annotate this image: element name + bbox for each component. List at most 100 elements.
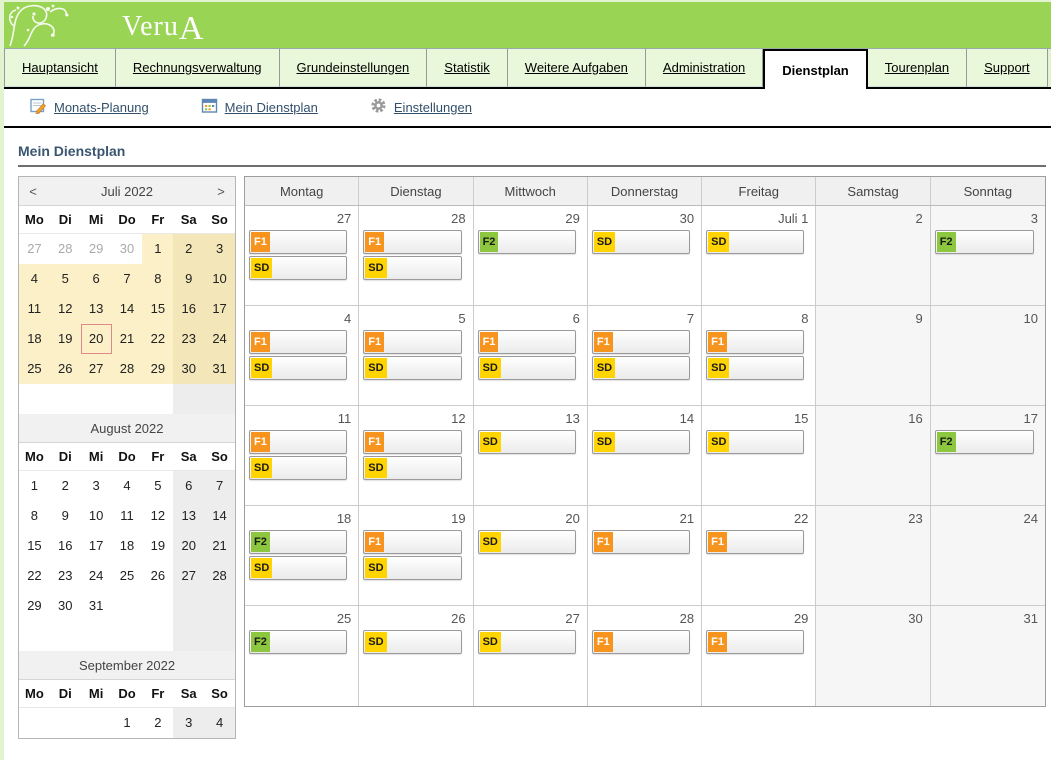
mini-day[interactable]: 25 [19, 354, 50, 384]
mini-day[interactable]: 28 [112, 354, 143, 384]
shift-entry[interactable]: F1 [706, 530, 804, 554]
mini-day[interactable]: 5 [142, 471, 173, 501]
mini-day[interactable]: 3 [173, 708, 204, 738]
tab-dienstplan[interactable]: Dienstplan [763, 49, 867, 89]
mini-day[interactable]: 17 [204, 294, 235, 324]
mini-day[interactable]: 14 [112, 294, 143, 324]
mini-day[interactable]: 26 [142, 561, 173, 591]
mini-day[interactable]: 16 [50, 531, 81, 561]
mini-day[interactable]: 24 [81, 561, 112, 591]
mini-day-today[interactable]: 20 [81, 324, 112, 354]
mini-day[interactable]: 27 [173, 561, 204, 591]
shift-entry[interactable]: F1 [363, 430, 461, 454]
shift-entry[interactable]: SD [249, 356, 347, 380]
mini-day[interactable]: 5 [50, 264, 81, 294]
tab-weitere-aufgaben[interactable]: Weitere Aufgaben [508, 49, 646, 87]
mini-day[interactable]: 22 [19, 561, 50, 591]
prev-month-button[interactable]: < [19, 184, 47, 199]
shift-entry[interactable]: SD [478, 430, 576, 454]
mini-day[interactable]: 30 [112, 234, 143, 264]
shift-entry[interactable]: SD [592, 430, 690, 454]
toolbar-item-monats-planung[interactable]: Monats-Planung [30, 97, 149, 119]
mini-day[interactable]: 7 [204, 471, 235, 501]
shift-entry[interactable]: SD [249, 256, 347, 280]
next-month-button[interactable]: > [207, 184, 235, 199]
mini-day[interactable]: 29 [81, 234, 112, 264]
mini-day[interactable]: 27 [19, 234, 50, 264]
mini-day[interactable]: 1 [112, 708, 143, 738]
mini-day[interactable]: 26 [50, 354, 81, 384]
mini-day[interactable]: 19 [50, 324, 81, 354]
mini-day[interactable]: 18 [19, 324, 50, 354]
shift-entry[interactable]: F1 [478, 330, 576, 354]
toolbar-item-einstellungen[interactable]: Einstellungen [370, 97, 472, 119]
mini-day[interactable]: 28 [204, 561, 235, 591]
mini-day[interactable]: 18 [112, 531, 143, 561]
mini-day[interactable]: 25 [112, 561, 143, 591]
mini-day[interactable]: 13 [173, 501, 204, 531]
mini-day[interactable]: 6 [81, 264, 112, 294]
mini-day[interactable]: 10 [204, 264, 235, 294]
mini-day[interactable]: 15 [142, 294, 173, 324]
shift-entry[interactable]: F1 [363, 230, 461, 254]
shift-entry[interactable]: F1 [592, 530, 690, 554]
tab-grundeinstellungen[interactable]: Grundeinstellungen [280, 49, 428, 87]
mini-day[interactable]: 4 [112, 471, 143, 501]
mini-day[interactable]: 23 [50, 561, 81, 591]
mini-day[interactable]: 31 [204, 354, 235, 384]
shift-entry[interactable]: F1 [592, 630, 690, 654]
shift-entry[interactable]: SD [363, 456, 461, 480]
mini-day[interactable]: 12 [142, 501, 173, 531]
mini-day[interactable]: 2 [142, 708, 173, 738]
shift-entry[interactable]: SD [478, 530, 576, 554]
tab-tourenplan[interactable]: Tourenplan [868, 49, 967, 87]
toolbar-item-mein-dienstplan[interactable]: Mein Dienstplan [201, 97, 318, 119]
mini-day[interactable]: 30 [50, 591, 81, 621]
mini-day[interactable]: 11 [112, 501, 143, 531]
mini-day[interactable]: 3 [204, 234, 235, 264]
mini-day[interactable]: 22 [142, 324, 173, 354]
mini-day[interactable]: 12 [50, 294, 81, 324]
shift-entry[interactable]: SD [706, 356, 804, 380]
shift-entry[interactable]: F1 [592, 330, 690, 354]
mini-day[interactable]: 13 [81, 294, 112, 324]
mini-day[interactable]: 3 [81, 471, 112, 501]
mini-day[interactable]: 21 [204, 531, 235, 561]
mini-day[interactable]: 2 [50, 471, 81, 501]
shift-entry[interactable]: F2 [478, 230, 576, 254]
mini-day[interactable]: 24 [204, 324, 235, 354]
mini-day[interactable]: 6 [173, 471, 204, 501]
shift-entry[interactable]: F1 [706, 330, 804, 354]
tab-support[interactable]: Support [967, 49, 1048, 87]
mini-day[interactable]: 17 [81, 531, 112, 561]
shift-entry[interactable]: SD [363, 256, 461, 280]
shift-entry[interactable]: SD [478, 630, 576, 654]
mini-day[interactable]: 14 [204, 501, 235, 531]
mini-day[interactable]: 10 [81, 501, 112, 531]
mini-day[interactable]: 8 [142, 264, 173, 294]
shift-entry[interactable]: F2 [249, 530, 347, 554]
mini-day[interactable]: 28 [50, 234, 81, 264]
mini-day[interactable]: 4 [204, 708, 235, 738]
mini-day[interactable]: 8 [19, 501, 50, 531]
shift-entry[interactable]: SD [478, 356, 576, 380]
shift-entry[interactable]: SD [363, 630, 461, 654]
mini-day[interactable]: 1 [19, 471, 50, 501]
mini-day[interactable]: 2 [173, 234, 204, 264]
shift-entry[interactable]: F1 [363, 530, 461, 554]
shift-entry[interactable]: F1 [706, 630, 804, 654]
mini-day[interactable]: 29 [142, 354, 173, 384]
shift-entry[interactable]: F2 [935, 230, 1034, 254]
shift-entry[interactable]: SD [249, 556, 347, 580]
mini-day[interactable]: 20 [173, 531, 204, 561]
mini-day[interactable]: 23 [173, 324, 204, 354]
mini-day[interactable]: 21 [112, 324, 143, 354]
mini-day[interactable]: 9 [173, 264, 204, 294]
shift-entry[interactable]: SD [592, 230, 690, 254]
shift-entry[interactable]: F2 [935, 430, 1034, 454]
mini-day[interactable]: 7 [112, 264, 143, 294]
shift-entry[interactable]: F1 [249, 230, 347, 254]
mini-day[interactable]: 19 [142, 531, 173, 561]
shift-entry[interactable]: SD [706, 230, 804, 254]
mini-day[interactable]: 4 [19, 264, 50, 294]
